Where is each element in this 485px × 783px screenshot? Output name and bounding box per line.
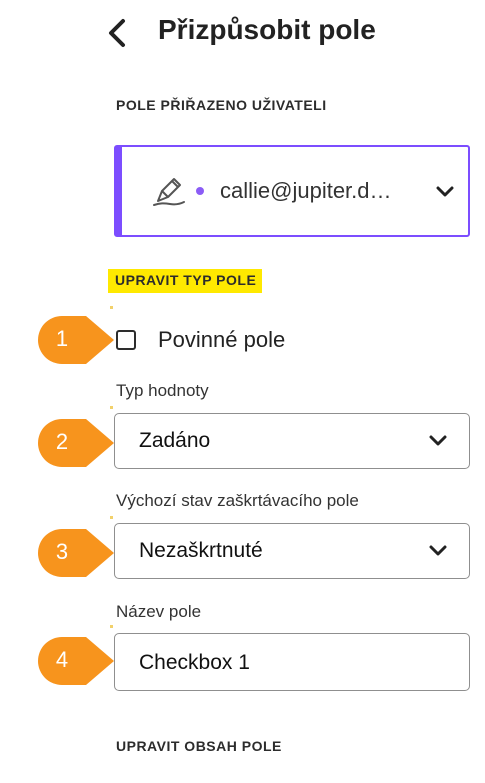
assignee-email: callie@jupiter.d…	[220, 178, 392, 203]
marker-tick	[110, 406, 113, 409]
page-title: Přizpůsobit pole	[158, 14, 376, 45]
callout-1: 1	[34, 312, 114, 368]
edit-content-section-label: UPRAVIT OBSAH POLE	[116, 738, 282, 754]
callout-4: 4	[34, 633, 114, 689]
field-name-label: Název pole	[116, 602, 202, 621]
signature-pen-icon	[153, 178, 185, 206]
marker-tick	[110, 625, 113, 628]
default-state-select[interactable]: Nezaškrtnuté	[114, 523, 470, 579]
callout-number: 1	[55, 326, 69, 351]
callout-3: 3	[34, 525, 114, 581]
field-name-input[interactable]: Checkbox 1	[114, 633, 470, 691]
edit-type-highlight: UPRAVIT TYP POLE	[108, 269, 263, 293]
default-state-label: Výchozí stav zaškrtávacího pole	[116, 491, 359, 510]
callout-2: 2	[34, 415, 114, 471]
assignee-dropdown[interactable]: callie@jupiter.d…	[114, 145, 470, 237]
chevron-down-icon	[429, 545, 447, 556]
value-type-label: Typ hodnoty	[116, 381, 209, 400]
value-type-select[interactable]: Zadáno	[114, 413, 470, 469]
marker-tick	[110, 516, 113, 519]
callout-number: 2	[55, 429, 69, 454]
default-state-value: Nezaškrtnuté	[139, 539, 263, 562]
edit-type-section-label: UPRAVIT TYP POLE	[115, 272, 257, 288]
field-name-value: Checkbox 1	[139, 651, 250, 674]
required-checkbox-label: Povinné pole	[158, 327, 286, 352]
marker-tick	[110, 306, 113, 309]
callout-number: 3	[55, 539, 69, 564]
chevron-down-icon	[436, 186, 454, 197]
back-button[interactable]	[104, 16, 130, 50]
required-checkbox[interactable]	[116, 330, 136, 350]
chevron-down-icon	[429, 435, 447, 446]
value-type-value: Zadáno	[139, 429, 211, 452]
chevron-left-icon	[109, 19, 125, 47]
callout-number: 4	[55, 647, 69, 672]
user-color-dot	[196, 187, 204, 195]
assignee-section-label: POLE PŘIŘAZENO UŽIVATELI	[116, 97, 327, 113]
